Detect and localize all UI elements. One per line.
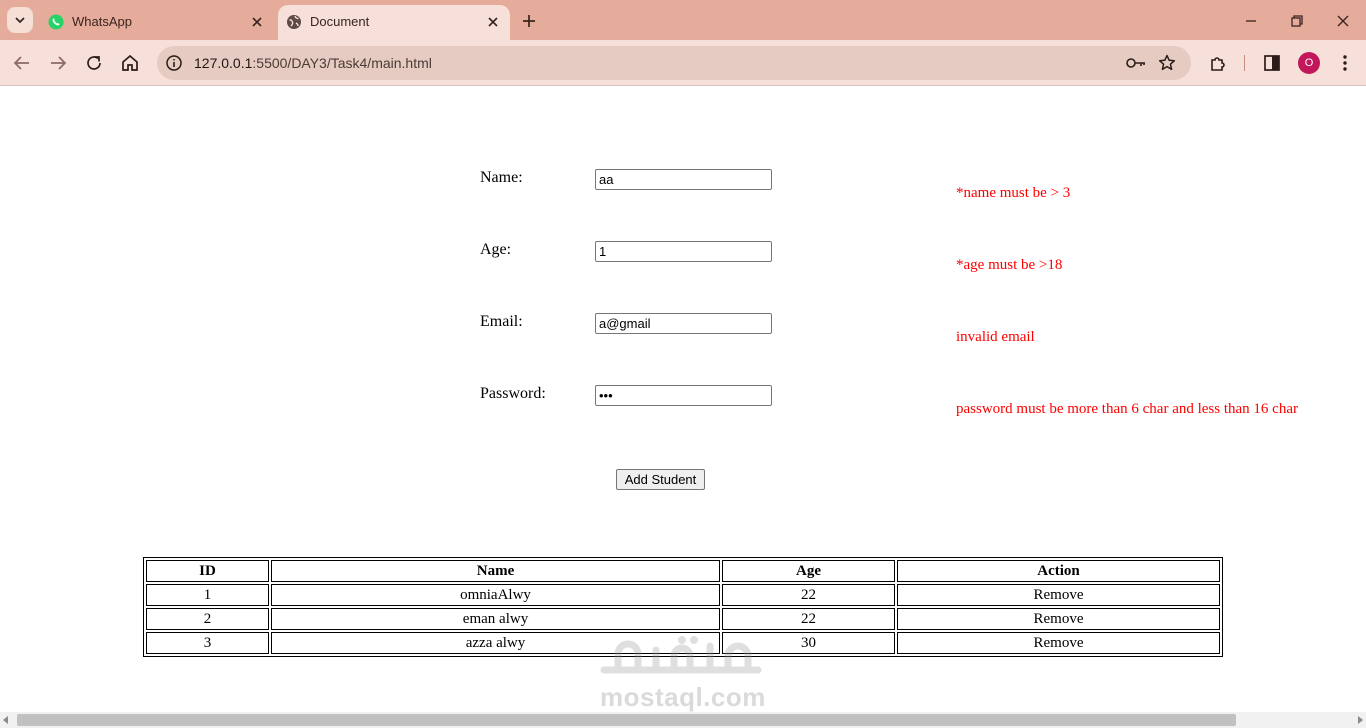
cell-name: azza alwy [271,632,720,654]
browser-toolbar: 127.0.0.1:5500/DAY3/Task4/main.html O [0,40,1366,86]
password-label: Password: [480,385,546,402]
tab-search-button[interactable] [7,7,33,33]
scrollbar-thumb[interactable] [17,714,1236,726]
whatsapp-icon [48,14,64,30]
cell-age: 30 [722,632,895,654]
table-row: 1 omniaAlwy 22 Remove [146,584,1220,606]
table-header-row: ID Name Age Action [146,560,1220,582]
remove-button[interactable]: Remove [897,608,1220,630]
age-label: Age: [480,241,512,258]
forward-icon[interactable] [47,52,69,74]
scroll-left-icon[interactable] [3,716,8,724]
students-table: ID Name Age Action 1 omniaAlwy 22 Remove… [143,557,1223,657]
tab-title: WhatsApp [72,14,132,29]
header-name: Name [271,560,720,582]
close-icon[interactable] [486,15,500,29]
url-path: :5500/DAY3/Task4/main.html [252,55,432,71]
close-icon[interactable] [250,15,264,29]
password-input[interactable] [595,385,772,406]
horizontal-scrollbar[interactable] [0,712,1366,728]
name-label: Name: [480,169,523,186]
watermark-text: mostaql.com [600,682,766,712]
age-error: *age must be >18 [956,257,1063,273]
password-error: password must be more than 6 char and le… [956,401,1298,417]
add-student-button[interactable]: Add Student [616,469,705,490]
chevron-down-icon [15,17,25,24]
reload-icon[interactable] [83,52,105,74]
page-content: Name: *name must be > 3 Age: *age must b… [0,87,1366,712]
form-row-name: Name: *name must be > 3 [0,169,1366,201]
back-icon[interactable] [11,52,33,74]
tab-document[interactable]: Document [278,5,510,40]
star-icon[interactable] [1157,53,1177,73]
name-error: *name must be > 3 [956,185,1071,201]
remove-button[interactable]: Remove [897,584,1220,606]
cell-id: 1 [146,584,269,606]
header-age: Age [722,560,895,582]
new-tab-icon[interactable] [518,10,540,32]
table-row: 2 eman alwy 22 Remove [146,608,1220,630]
cell-name: omniaAlwy [271,584,720,606]
email-error: invalid email [956,329,1035,345]
minimize-icon[interactable] [1241,11,1261,31]
toolbar-separator [1244,55,1245,71]
tab-title: Document [310,14,370,29]
name-input[interactable] [595,169,772,190]
scroll-right-icon[interactable] [1358,716,1363,724]
extensions-icon[interactable] [1207,52,1229,74]
age-input[interactable] [595,241,772,262]
table-row: 3 azza alwy 30 Remove [146,632,1220,654]
cell-age: 22 [722,608,895,630]
url-host: 127.0.0.1 [194,55,253,71]
email-input[interactable] [595,313,772,334]
form-row-password: Password: password must be more than 6 c… [0,385,1366,417]
tab-strip: WhatsApp Document [0,0,1366,40]
cell-age: 22 [722,584,895,606]
menu-dots-icon[interactable] [1334,52,1356,74]
close-window-icon[interactable] [1333,11,1353,31]
url-text[interactable]: 127.0.0.1:5500/DAY3/Task4/main.html [194,55,432,71]
restore-icon[interactable] [1287,11,1307,31]
cell-name: eman alwy [271,608,720,630]
remove-button[interactable]: Remove [897,632,1220,654]
key-icon[interactable] [1125,54,1147,72]
address-bar[interactable]: 127.0.0.1:5500/DAY3/Task4/main.html [157,46,1191,80]
globe-icon [287,15,301,29]
side-panel-icon[interactable] [1261,52,1283,74]
header-action: Action [897,560,1220,582]
site-info-icon[interactable] [165,54,183,72]
email-label: Email: [480,313,523,330]
home-icon[interactable] [119,52,141,74]
tab-whatsapp[interactable]: WhatsApp [40,5,274,40]
profile-avatar[interactable]: O [1298,52,1320,74]
cell-id: 3 [146,632,269,654]
form-row-age: Age: *age must be >18 [0,241,1366,273]
header-id: ID [146,560,269,582]
cell-id: 2 [146,608,269,630]
form-row-email: Email: invalid email [0,313,1366,345]
